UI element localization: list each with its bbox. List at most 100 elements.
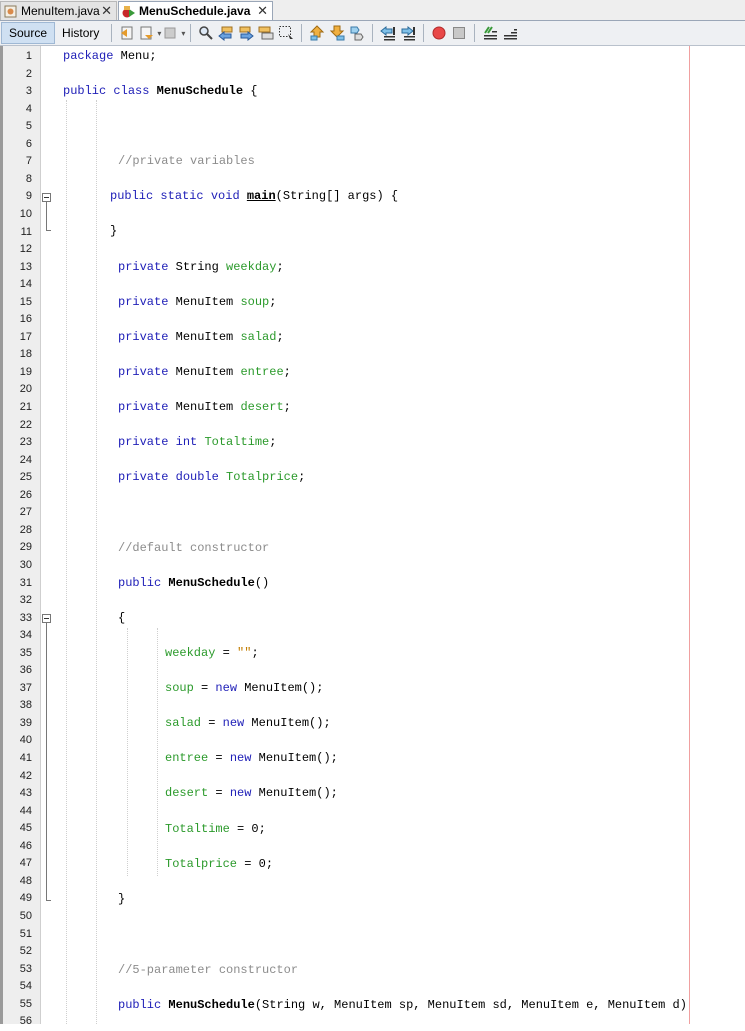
code-line-55: public MenuSchedule(String w, MenuItem s… xyxy=(118,997,687,1015)
keyword: private xyxy=(118,365,169,379)
next-bookmark-icon[interactable] xyxy=(329,25,345,41)
code-text: (String[] args) { xyxy=(275,189,399,203)
forward-dropdown-icon[interactable]: ▾ xyxy=(181,29,185,38)
field: weekday xyxy=(226,260,277,274)
toggle-bookmark-icon[interactable] xyxy=(349,25,365,41)
keyword: static xyxy=(160,189,204,203)
code-line-39: salad = new MenuItem(); xyxy=(165,715,331,733)
tab-label: MenuItem.java xyxy=(21,4,100,18)
code-line-15: private MenuItem soup; xyxy=(118,294,276,312)
type: MenuItem xyxy=(168,365,241,379)
code-line-17: private MenuItem salad; xyxy=(118,329,284,347)
code-text: () xyxy=(254,576,270,590)
type: MenuItem xyxy=(168,330,241,344)
code-text: (String w, MenuItem sp, MenuItem sd, Men… xyxy=(254,998,687,1012)
type: MenuItem xyxy=(168,400,241,414)
code-line-3: public class MenuSchedule { xyxy=(63,83,257,101)
code-line-33: { xyxy=(118,611,126,625)
back-dropdown-icon[interactable]: ▾ xyxy=(157,29,161,38)
field: Totalprice xyxy=(165,857,238,871)
field: Totaltime xyxy=(165,822,230,836)
field: desert xyxy=(165,786,209,800)
keyword: private xyxy=(118,295,169,309)
code-line-13: private String weekday; xyxy=(118,259,284,277)
code-line-9: public static void main(String[] args) { xyxy=(110,188,398,206)
last-edit-icon[interactable] xyxy=(119,25,135,41)
keyword: public xyxy=(110,189,154,203)
class-name: MenuSchedule xyxy=(156,84,244,98)
field: weekday xyxy=(165,646,216,660)
code-line-45: Totaltime = 0; xyxy=(165,821,266,839)
toolbar-separator xyxy=(474,24,476,42)
toolbar-separator xyxy=(423,24,425,42)
previous-bookmark-icon[interactable] xyxy=(309,25,325,41)
close-tab-icon[interactable]: ✕ xyxy=(257,3,268,19)
code-text: ; xyxy=(269,435,277,449)
find-previous-icon[interactable] xyxy=(218,25,234,42)
toggle-highlight-icon[interactable] xyxy=(258,25,274,41)
keyword: class xyxy=(113,84,150,98)
code-line-11: } xyxy=(110,224,118,238)
forward-icon[interactable] xyxy=(163,25,179,41)
code-text: { xyxy=(243,84,258,98)
code-text: MenuItem(); xyxy=(244,716,331,730)
toolbar-separator xyxy=(372,24,374,42)
close-tab-icon[interactable]: ✕ xyxy=(101,3,112,19)
tab-menuitem-java[interactable]: MenuItem.java ✕ xyxy=(0,1,117,20)
start-macro-recording-icon[interactable] xyxy=(431,25,447,41)
toolbar-separator xyxy=(301,24,303,42)
constructor-name: MenuSchedule xyxy=(168,576,255,590)
code-text: ; xyxy=(276,260,284,274)
find-next-icon[interactable] xyxy=(238,25,255,42)
type: MenuItem xyxy=(168,295,241,309)
uncomment-icon[interactable] xyxy=(502,25,518,41)
code-line-1: package Menu; xyxy=(63,48,157,66)
java-file-icon xyxy=(4,5,17,18)
keyword: new xyxy=(229,786,252,800)
string-literal: "" xyxy=(237,646,252,660)
keyword: new xyxy=(229,751,252,765)
keyword: private xyxy=(118,400,169,414)
code-text: = xyxy=(208,751,230,765)
code-editor[interactable]: package Menu; public class MenuSchedule … xyxy=(0,46,745,1024)
history-view-button[interactable]: History xyxy=(55,22,106,44)
code-text: ; xyxy=(276,330,284,344)
shift-right-icon[interactable] xyxy=(400,25,416,41)
code-text: MenuItem(); xyxy=(237,681,324,695)
code-text: ; xyxy=(283,365,291,379)
keyword: public xyxy=(63,84,107,98)
type: String xyxy=(168,260,227,274)
toggle-rect-selection-icon[interactable] xyxy=(278,25,294,41)
code-text: = xyxy=(215,646,238,660)
source-view-button[interactable]: Source xyxy=(1,22,56,44)
java-main-class-icon xyxy=(122,5,135,18)
tab-menuschedule-java[interactable]: MenuSchedule.java ✕ xyxy=(118,1,273,20)
field: entree xyxy=(165,751,209,765)
method-name: main xyxy=(246,189,276,203)
field: salad xyxy=(240,330,277,344)
code-text: ; xyxy=(298,470,306,484)
field: entree xyxy=(240,365,284,379)
code-line-53: //5-parameter constructor xyxy=(118,963,299,977)
editor-tab-bar: MenuItem.java ✕ MenuSchedule.java ✕ xyxy=(0,0,745,21)
field: Totaltime xyxy=(204,435,270,449)
field: salad xyxy=(165,716,202,730)
type: double xyxy=(175,470,219,484)
field: soup xyxy=(165,681,194,695)
code-line-35: weekday = ""; xyxy=(165,645,259,663)
keyword: void xyxy=(210,189,240,203)
keyword: private xyxy=(118,470,169,484)
comment-icon[interactable] xyxy=(482,25,498,41)
toolbar-separator xyxy=(190,24,192,42)
back-icon[interactable] xyxy=(139,25,155,41)
find-selection-icon[interactable] xyxy=(198,25,214,41)
type: int xyxy=(175,435,198,449)
code-line-37: soup = new MenuItem(); xyxy=(165,680,323,698)
code-line-19: private MenuItem entree; xyxy=(118,364,291,382)
code-line-43: desert = new MenuItem(); xyxy=(165,785,338,803)
code-line-23: private int Totaltime; xyxy=(118,434,276,452)
code-text: = 0; xyxy=(237,857,274,871)
shift-left-icon[interactable] xyxy=(380,25,396,41)
code-text: ; xyxy=(251,646,259,660)
stop-macro-recording-icon[interactable] xyxy=(451,25,467,41)
